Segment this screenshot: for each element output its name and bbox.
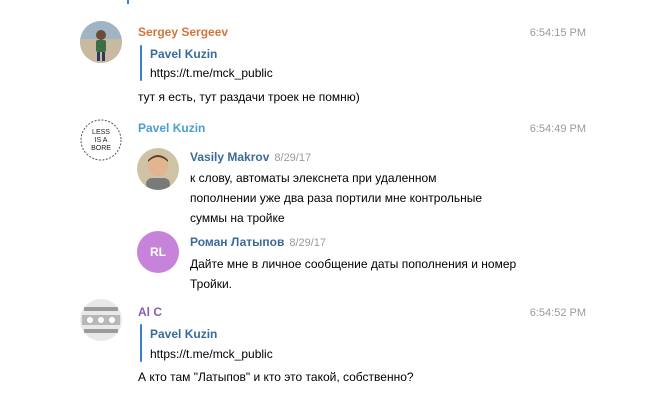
svg-text:BORE: BORE <box>91 145 111 152</box>
message-al: Al C 6:54:52 PM Pavel Kuzin https://t.me… <box>0 294 653 394</box>
avatar[interactable]: LESS IS A BORE <box>80 119 122 161</box>
sender-name[interactable]: Pavel Kuzin <box>138 120 205 136</box>
photo-person-icon <box>80 21 122 63</box>
message-sergey: Sergey Sergeev 6:54:15 PM Pavel Kuzin ht… <box>0 14 653 114</box>
forwarded-text-line: суммы на тройке <box>190 211 285 225</box>
forwarded-author[interactable]: Роман Латыпов 8/29/17 <box>190 234 326 251</box>
forwarded-avatar-initials[interactable]: RL <box>137 231 179 273</box>
message-pavel: LESS IS A BORE Pavel Kuzin 6:54:49 PM Va… <box>0 114 653 294</box>
quote-bar <box>140 324 142 362</box>
quote-author[interactable]: Pavel Kuzin <box>150 46 217 62</box>
message-text: тут я есть, тут раздачи троек не помню) <box>138 90 360 104</box>
less-is-a-bore-icon: LESS IS A BORE <box>80 119 122 161</box>
quote-author[interactable]: Pavel Kuzin <box>150 326 217 342</box>
forwarded-avatar[interactable] <box>137 148 179 190</box>
quote-link[interactable]: https://t.me/mck_public <box>150 346 273 362</box>
sender-name[interactable]: Al C <box>138 304 162 320</box>
message-text: А кто там "Латыпов" и кто это такой, соб… <box>138 370 414 384</box>
quote-bar <box>140 45 142 81</box>
pattern-avatar-icon <box>80 299 122 341</box>
timestamp: 6:54:52 PM <box>529 307 586 319</box>
avatar[interactable] <box>80 299 122 341</box>
svg-text:IS A: IS A <box>95 137 108 144</box>
forwarded-text-line: Дайте мне в личное сообщение даты пополн… <box>190 257 517 271</box>
timestamp: 6:54:15 PM <box>529 27 586 39</box>
photo-person-icon <box>137 148 179 190</box>
forwarded-author-name[interactable]: Роман Латыпов <box>190 235 284 249</box>
sender-name[interactable]: Sergey Sergeev <box>138 24 228 40</box>
forwarded-text-line: Тройки. <box>190 277 232 291</box>
forwarded-text-line: к слову, автоматы элекснета при удаленно… <box>190 171 437 185</box>
forwarded-author-name[interactable]: Vasily Makrov <box>190 150 269 164</box>
forwarded-author[interactable]: Vasily Makrov 8/29/17 <box>190 149 311 166</box>
avatar[interactable] <box>80 21 122 63</box>
scroll-marker <box>127 0 129 4</box>
forwarded-text-line: пополнении уже два раза портили мне конт… <box>190 191 483 205</box>
svg-text:LESS: LESS <box>92 129 110 136</box>
forwarded-date: 8/29/17 <box>289 237 327 249</box>
forwarded-date: 8/29/17 <box>274 152 312 164</box>
timestamp: 6:54:49 PM <box>529 123 586 135</box>
quote-link[interactable]: https://t.me/mck_public <box>150 65 273 81</box>
